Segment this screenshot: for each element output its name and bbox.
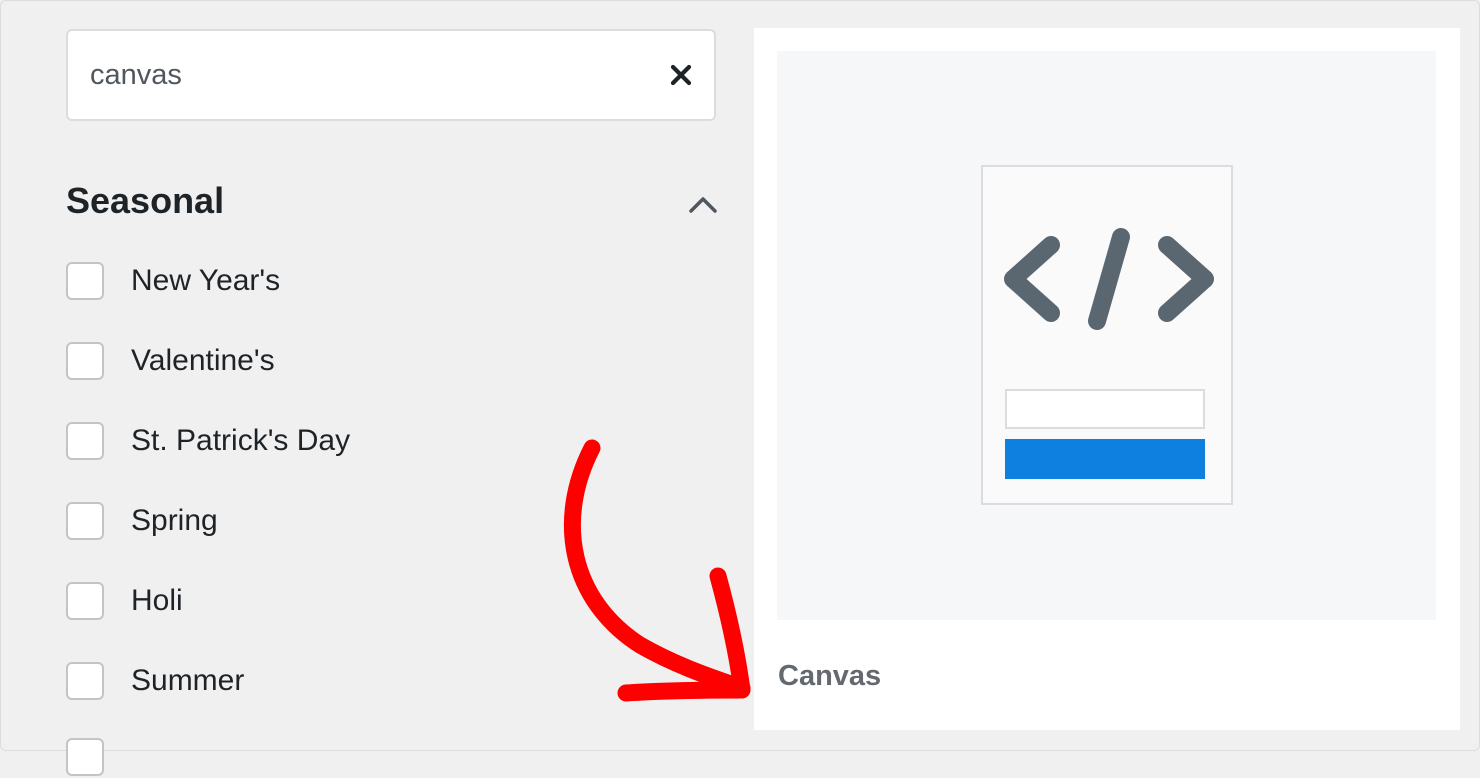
form-preview-illustration — [981, 165, 1233, 505]
filter-option-summer[interactable]: Summer — [66, 659, 244, 703]
preview-submit-button — [1005, 439, 1205, 479]
template-card-canvas[interactable]: Canvas — [754, 28, 1460, 730]
filter-option-holi[interactable]: Holi — [66, 579, 183, 623]
filter-option-label: St. Patrick's Day — [131, 424, 351, 457]
filter-option-label: Holi — [131, 584, 183, 617]
filter-option-label: Summer — [131, 664, 245, 697]
checkbox[interactable] — [66, 662, 104, 700]
checkbox[interactable] — [66, 738, 104, 776]
checkbox[interactable] — [66, 342, 104, 380]
preview-input-field — [1005, 389, 1205, 429]
filter-option-cutoff[interactable] — [66, 738, 131, 778]
filter-option-label: Spring — [131, 504, 218, 537]
filter-option-valentines[interactable]: Valentine's — [66, 339, 275, 383]
template-title: Canvas — [778, 660, 882, 692]
filter-option-spring[interactable]: Spring — [66, 499, 218, 543]
search-box — [66, 29, 716, 121]
checkbox[interactable] — [66, 502, 104, 540]
filter-option-label: Valentine's — [131, 344, 275, 377]
template-preview — [777, 51, 1436, 620]
section-title-seasonal: Seasonal — [66, 180, 225, 221]
checkbox[interactable] — [66, 582, 104, 620]
filter-option-new-years[interactable]: New Year's — [66, 259, 280, 303]
close-icon[interactable] — [666, 60, 696, 90]
chevron-up-icon[interactable] — [686, 190, 720, 220]
checkbox[interactable] — [66, 262, 104, 300]
filter-option-label: New Year's — [131, 264, 281, 297]
filter-option-st-patricks-day[interactable]: St. Patrick's Day — [66, 419, 350, 463]
checkbox[interactable] — [66, 422, 104, 460]
search-input[interactable] — [90, 31, 650, 119]
code-icon — [1004, 228, 1214, 330]
